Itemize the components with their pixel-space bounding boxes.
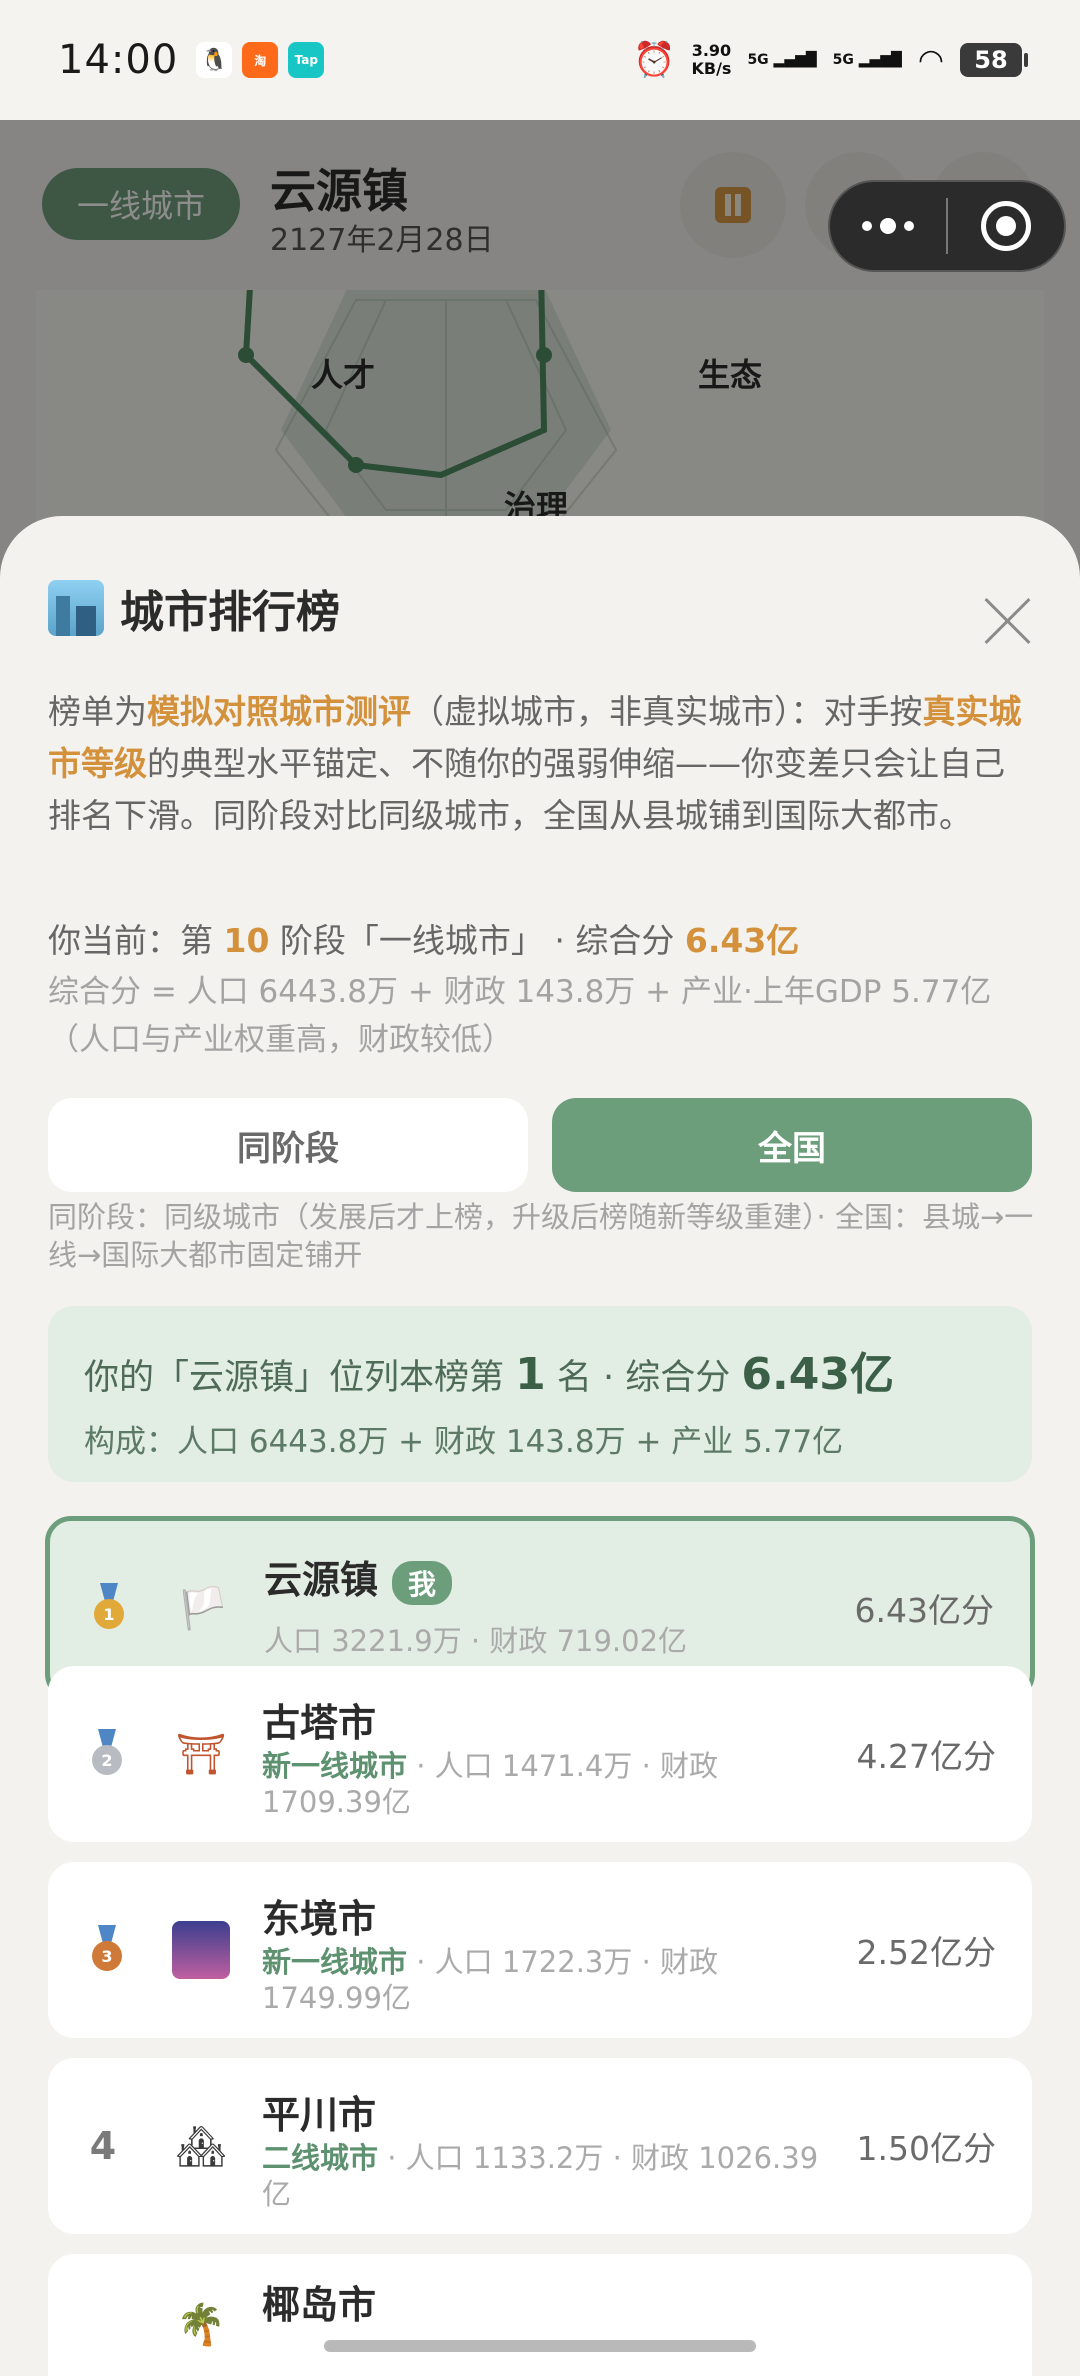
ranking-row[interactable]: 4 🏘 平川市 二线城市 · 人口 1133.2万 · 财政 1026.39亿 … [48,2058,1032,2234]
rank-number: 4 [89,2124,117,2168]
status-bar: 14:00 🐧 淘 Tap ⏰ 3.90 KB/s 5G ▂▄▆█ 5G ▂▄▆█… [0,0,1080,120]
ranking-row[interactable]: 3 东境市 新一线城市 · 人口 1722.3万 · 财政 1749.99亿 2… [48,1862,1032,2038]
silver-medal-icon: 2 [90,1729,124,1779]
sheet-header: 城市排行榜 [48,576,340,640]
wifi-icon: ◠ [917,42,944,78]
city-name: 平川市 [262,2093,377,2137]
score-formula: 综合分 = 人口 6443.8万 + 财政 143.8万 + 产业·上年GDP … [48,974,992,1058]
city-score: 6.43亿分 [854,1591,994,1630]
city-score: 2.52亿分 [856,1933,996,1972]
pagoda-icon: ⛩ [175,1731,227,1778]
city-meta: 新一线城市 · 人口 1471.4万 · 财政 1709.39亿 [262,1749,719,1819]
target-icon [980,201,1031,251]
city-name: 古塔市 [262,1701,377,1745]
houses-icon: 🏘 [175,2123,227,2170]
bronze-medal-icon: 3 [90,1925,124,1975]
current-stage: 你当前：第 10 阶段「一线城市」 · 综合分 6.43亿 [48,921,800,960]
city-name: 椰岛市 [262,2283,377,2327]
taobao-app-icon: 淘 [242,42,279,78]
signal-icon-1: 5G ▂▄▆█ [747,52,817,68]
gold-medal-icon: 1 [92,1583,126,1633]
ranking-description: 榜单为模拟对照城市测评（虚拟城市，非真实城市）：对手按真实城市等级的典型水平锚定… [48,692,1022,835]
tab-same-stage[interactable]: 同阶段 [48,1098,528,1192]
white-flag-icon: 🏳️ [178,1585,228,1632]
more-menu-button[interactable] [830,218,946,234]
qq-app-icon: 🐧 [196,42,233,78]
close-miniprogram-button[interactable] [948,201,1064,251]
alarm-icon: ⏰ [633,40,676,80]
my-rank-summary: 你的「云源镇」位列本榜第 1 名 · 综合分 6.43亿 构成：人口 6443.… [48,1306,1032,1482]
network-speed: 3.90 KB/s [691,41,732,78]
city-name: 云源镇 [264,1558,379,1602]
ranking-sheet: 城市排行榜 榜单为模拟对照城市测评（虚拟城市，非真实城市）：对手按真实城市等级的… [0,516,1080,2376]
miniprogram-capsule [828,180,1066,272]
close-icon[interactable] [982,596,1032,646]
ranking-tabs: 同阶段 全国 [48,1098,1032,1192]
city-meta: 二线城市 · 人口 1133.2万 · 财政 1026.39亿 [262,2141,819,2211]
city-meta: 人口 3221.9万 · 财政 719.02亿 [264,1624,688,1658]
tab-national[interactable]: 全国 [552,1098,1032,1192]
sheet-title: 城市排行榜 [120,587,340,638]
cityscape-icon [48,580,104,636]
me-badge: 我 [392,1560,453,1605]
home-indicator[interactable] [324,2340,756,2352]
city-meta: 新一线城市 · 人口 1722.3万 · 财政 1749.99亿 [262,1945,719,2015]
signal-icon-2: 5G ▂▄▆█ [832,52,902,68]
status-time: 14:00 [58,37,179,83]
night-city-icon [172,1921,230,1979]
tabs-note: 同阶段：同级城市（发展后才上榜，升级后榜随新等级重建）· 全国：县城→一线→国际… [48,1200,1034,1272]
city-name: 东境市 [262,1897,377,1941]
battery-icon: 58 [960,43,1028,77]
city-score: 1.50亿分 [856,2129,996,2168]
palm-tree-icon: 🌴 [176,2301,226,2348]
taptap-app-icon: Tap [288,42,325,78]
ranking-row[interactable]: 2 ⛩ 古塔市 新一线城市 · 人口 1471.4万 · 财政 1709.39亿… [48,1666,1032,1842]
ranking-row[interactable]: 🌴 椰岛市 [48,2254,1032,2376]
city-score: 4.27亿分 [856,1737,996,1776]
